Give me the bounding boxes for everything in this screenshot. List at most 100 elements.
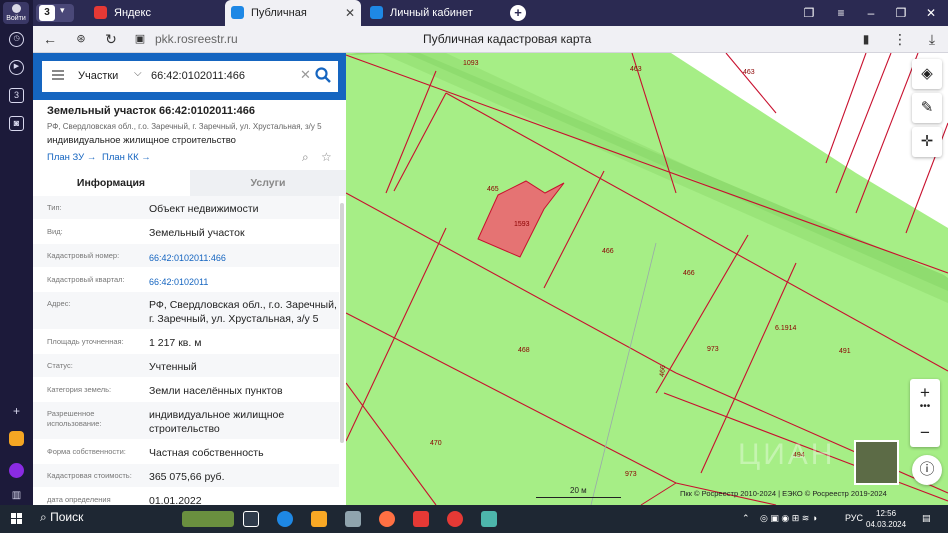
windows-start-icon[interactable]	[11, 513, 23, 525]
play-icon[interactable]: ▶	[9, 60, 24, 75]
close-window-icon[interactable]: ✕	[920, 0, 942, 26]
tab-label: Яндекс	[114, 7, 151, 19]
menu-icon[interactable]: ≡	[830, 0, 852, 26]
search-category[interactable]: Участки	[78, 70, 118, 82]
back-icon[interactable]: ←	[39, 26, 61, 52]
mail-icon[interactable]	[345, 511, 361, 527]
yandex-icon[interactable]	[413, 511, 429, 527]
parcel-use: индивидуальное жилищное строительство	[47, 135, 236, 146]
minimize-icon[interactable]: –	[860, 0, 882, 26]
alice-icon[interactable]	[9, 463, 24, 478]
tab-info[interactable]: Информация	[33, 170, 189, 196]
info-row: дата определения 01.01.2022	[33, 488, 339, 505]
info-row: Тип: Объект недвижимости	[33, 196, 339, 220]
info-row: Кадастровый квартал: 66:42:0102011	[33, 268, 339, 292]
search-highlight-image[interactable]	[182, 511, 234, 527]
taskbar-search[interactable]: ⌕ Поиск	[40, 510, 83, 525]
map-label: 466	[602, 248, 614, 255]
app-icon[interactable]	[9, 431, 24, 446]
chevron-down-icon[interactable]: ⌵	[134, 68, 142, 79]
map-label: 973	[707, 346, 719, 353]
keyboard-language[interactable]: РУС	[845, 513, 863, 523]
info-row: Кадастровый номер: 66:42:0102011:466	[33, 244, 339, 268]
satellite-toggle[interactable]	[854, 440, 899, 485]
menu-burger-icon[interactable]	[52, 70, 64, 80]
info-key: дата определения	[47, 495, 111, 504]
protect-icon[interactable]: ⊛	[70, 26, 92, 52]
yandex-browser-icon[interactable]	[447, 511, 463, 527]
bookmark-icon[interactable]: ▮	[855, 26, 877, 52]
app-icon[interactable]	[481, 511, 497, 527]
tab-services[interactable]: Услуги	[190, 170, 346, 196]
url-text[interactable]: pkk.rosreestr.ru	[155, 32, 238, 46]
notifications-icon[interactable]: ▤	[922, 513, 931, 524]
map-label: 466	[659, 365, 667, 377]
tray-icons[interactable]: ◎ ▣ ◉ ⊞ ≋ ◑	[760, 513, 817, 524]
info-value: 365 075,66 руб.	[149, 471, 225, 483]
map-label: 1093	[463, 60, 479, 67]
info-value: Объект недвижимости	[149, 203, 259, 215]
info-key: Категория земель:	[47, 385, 112, 394]
cadastral-quarter-link[interactable]: 66:42:0102011	[149, 275, 339, 289]
info-table: Тип: Объект недвижимости Вид: Земельный …	[33, 196, 339, 505]
info-key: Кадастровый квартал:	[47, 275, 125, 284]
locate-icon[interactable]: ✛	[912, 127, 942, 157]
layers-icon[interactable]: ◈	[912, 59, 942, 89]
zoom-out-button[interactable]: −	[910, 423, 940, 443]
plan-kk-link[interactable]: План КК →	[102, 152, 151, 163]
map-label: 463	[743, 69, 755, 76]
accessibility-icon[interactable]: ⓘ	[912, 455, 942, 485]
search-input[interactable]: 66:42:0102011:466	[151, 70, 245, 82]
collections-icon[interactable]: ❐	[798, 0, 820, 26]
favorite-star-icon[interactable]: ☆	[321, 150, 332, 164]
map-watermark: ЦИАН	[738, 438, 836, 471]
tabs-icon[interactable]: 3	[9, 88, 24, 103]
close-tab-icon[interactable]: ✕	[345, 0, 355, 26]
panel-scrollbar[interactable]	[340, 203, 344, 443]
info-value: индивидуальное жилищное строительство	[149, 409, 285, 435]
zoom-in-button[interactable]: +	[910, 383, 940, 403]
tab-count: 3	[39, 5, 55, 21]
info-row: Статус: Учтенный	[33, 354, 339, 378]
search-icon[interactable]	[314, 66, 332, 84]
tab-count-button[interactable]: 3 ▾	[36, 4, 74, 22]
info-value: Земельный участок	[149, 227, 245, 239]
search-on-map-icon[interactable]: ⌕	[302, 150, 309, 165]
plan-zu-link[interactable]: План ЗУ →	[47, 152, 96, 163]
tab-yandex[interactable]: Яндекс	[88, 0, 222, 26]
tab-strip: 3 ▾ Яндекс Публичная кадастрова ✕ Личный…	[33, 0, 948, 45]
cadastral-number-link[interactable]: 66:42:0102011:466	[149, 251, 339, 265]
info-value: РФ, Свердловская обл., г.о. Заречный, г.…	[149, 299, 337, 325]
info-row: Площадь уточненная: 1 217 кв. м	[33, 330, 339, 354]
task-view-icon[interactable]	[243, 511, 259, 527]
scale-label: 20 м	[570, 486, 587, 495]
sidebar-toggle-icon[interactable]: ▥	[9, 488, 24, 503]
more-dots-icon[interactable]: •••	[910, 401, 940, 412]
info-key: Вид:	[47, 227, 63, 236]
clear-icon[interactable]: ✕	[300, 67, 311, 83]
add-icon[interactable]: +	[9, 404, 24, 419]
tab-cabinet[interactable]: Личный кабинет	[364, 0, 504, 26]
history-icon[interactable]: ◷	[9, 32, 24, 47]
screenshot-icon[interactable]: ◙	[9, 116, 24, 131]
more-icon[interactable]: ⋮	[889, 26, 911, 52]
login-button[interactable]: Войти	[3, 2, 29, 24]
info-key: Кадастровая стоимость:	[47, 471, 132, 480]
info-value: Учтенный	[149, 361, 197, 373]
new-tab-button[interactable]: +	[510, 5, 526, 21]
map-label: 973	[625, 471, 637, 478]
ruler-icon[interactable]: ✎	[912, 93, 942, 123]
reload-icon[interactable]: ↻	[100, 26, 122, 52]
cadastral-map[interactable]: 1093 463 463 465 1593 466 466 6.1914 468…	[346, 53, 948, 505]
firefox-icon[interactable]	[379, 511, 395, 527]
maximize-icon[interactable]: ❐	[890, 0, 912, 26]
clock[interactable]: 12:56 04.03.2024	[866, 508, 906, 530]
lock-icon[interactable]: ▣	[129, 26, 151, 52]
tab-pkk[interactable]: Публичная кадастрова ✕	[225, 0, 361, 45]
edge-icon[interactable]	[277, 511, 293, 527]
rosreestr-favicon-icon	[231, 6, 244, 19]
chevron-up-icon[interactable]: ⌃	[742, 513, 750, 524]
download-icon[interactable]: ⤓	[921, 26, 943, 52]
map-canvas[interactable]: 1093 463 463 465 1593 466 466 6.1914 468…	[346, 53, 948, 505]
explorer-icon[interactable]	[311, 511, 327, 527]
